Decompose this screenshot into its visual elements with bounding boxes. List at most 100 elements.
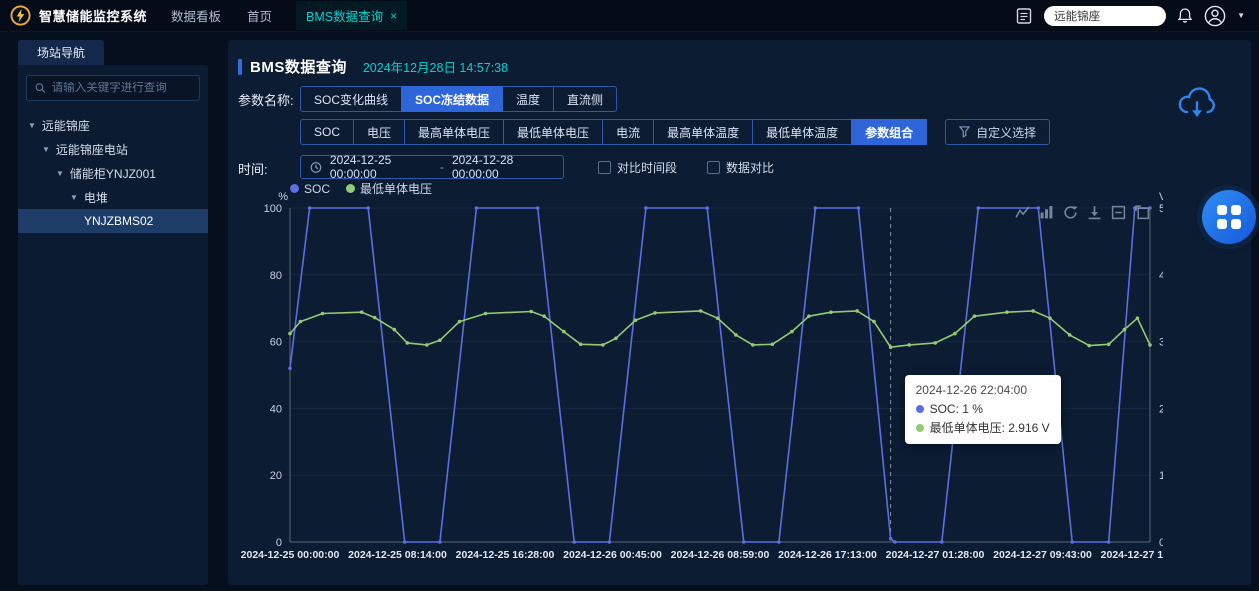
app-launcher-button[interactable] (1202, 190, 1256, 244)
bell-icon[interactable] (1177, 7, 1193, 24)
app-logo-icon (10, 5, 31, 26)
chevron-down-icon[interactable]: ▼ (1237, 11, 1245, 20)
caret-down-icon[interactable]: ▼ (42, 145, 50, 154)
time-end-value: 2024-12-28 00:00:00 (452, 153, 554, 181)
time-separator: - (440, 160, 444, 174)
param-button[interactable]: 最高单体温度 (653, 119, 753, 145)
refresh-icon[interactable] (1063, 205, 1078, 220)
svg-text:2024-12-26 00:45:00: 2024-12-26 00:45:00 (563, 549, 662, 561)
param-name-label: 参数名称: (238, 90, 294, 109)
tree-item[interactable]: YNJZBMS02 (18, 209, 208, 233)
param-button[interactable]: 最高单体电压 (404, 119, 504, 145)
station-tree-sidebar: ▼远能锦座▼远能锦座电站▼储能柜YNJZ001▼电堆YNJZBMS02 (18, 65, 208, 585)
tree-item-label: 储能柜YNJZ001 (70, 165, 156, 182)
tooltip-title: 2024-12-26 22:04:00 (916, 383, 1050, 397)
app-title: 智慧储能监控系统 (39, 6, 147, 25)
svg-text:40: 40 (270, 403, 282, 415)
tooltip-row: SOC: 1 % (916, 402, 1050, 416)
restore-icon[interactable] (1135, 205, 1150, 220)
station-tree: ▼远能锦座▼远能锦座电站▼储能柜YNJZ001▼电堆YNJZBMS02 (18, 113, 208, 233)
tree-search-box[interactable] (26, 75, 200, 101)
svg-text:2024-12-26 17:13:00: 2024-12-26 17:13:00 (778, 549, 877, 561)
nav-menu-item[interactable]: 首页 (247, 6, 272, 25)
param-tab-group: SOC变化曲线SOC冻结数据温度直流侧 (300, 86, 617, 112)
current-timestamp: 2024年12月28日 14:57:38 (363, 57, 508, 76)
tree-item-label: YNJZBMS02 (84, 214, 153, 228)
custom-select-label: 自定义选择 (976, 124, 1036, 141)
compare-checkbox[interactable]: 对比时间段 (598, 159, 677, 176)
title-accent-bar (238, 59, 242, 75)
soc-voltage-chart[interactable]: 020406080100012345%V2024-12-25 00:00:002… (238, 190, 1163, 565)
tooltip-row: 最低单体电压: 2.916 V (916, 419, 1050, 436)
compare-options: 对比时间段 数据对比 (598, 159, 774, 176)
sidebar-tab-station-nav[interactable]: 场站导航 (18, 40, 104, 65)
svg-text:2024-12-26 08:59:00: 2024-12-26 08:59:00 (671, 549, 770, 561)
svg-text:2024-12-27 01:28:00: 2024-12-27 01:28:00 (886, 549, 985, 561)
funnel-icon (959, 126, 970, 138)
svg-text:%: % (278, 191, 288, 203)
chart-tooltip: 2024-12-26 22:04:00 SOC: 1 % 最低单体电压: 2.916… (905, 375, 1061, 444)
caret-down-icon[interactable]: ▼ (70, 193, 78, 202)
tab-bms-data-query[interactable]: BMS数据查询 × (296, 1, 407, 30)
compare-checkbox[interactable]: 数据对比 (707, 159, 774, 176)
tree-item-label: 远能锦座 (42, 117, 90, 134)
param-button[interactable]: 参数组合 (851, 119, 927, 145)
main-panel: BMS数据查询 2024年12月28日 14:57:38 参数名称: SOC变化… (228, 40, 1251, 585)
station-search-input[interactable] (1044, 6, 1166, 26)
nav-menu-item[interactable]: 数据看板 (171, 6, 221, 25)
svg-text:0: 0 (1159, 537, 1163, 549)
line-chart-icon[interactable] (1015, 205, 1030, 220)
svg-text:80: 80 (270, 270, 282, 282)
param-button[interactable]: 最低单体温度 (752, 119, 852, 145)
checkbox-icon[interactable] (598, 161, 611, 174)
tooltip-series-value: SOC: 1 % (930, 402, 983, 416)
svg-text:20: 20 (270, 470, 282, 482)
page-header: BMS数据查询 2024年12月28日 14:57:38 (238, 56, 508, 77)
search-icon (35, 82, 46, 94)
tree-item-label: 电堆 (84, 189, 108, 206)
download-icon[interactable] (1087, 205, 1102, 220)
tree-item[interactable]: ▼远能锦座电站 (18, 137, 208, 161)
clock-icon (310, 161, 322, 174)
param-button[interactable]: 电压 (353, 119, 405, 145)
grid-icon (1217, 205, 1241, 229)
param-tab[interactable]: SOC冻结数据 (401, 86, 503, 112)
caret-down-icon[interactable]: ▼ (56, 169, 64, 178)
report-icon[interactable] (1015, 7, 1033, 25)
param-button[interactable]: 电流 (602, 119, 654, 145)
data-zoom-icon[interactable] (1111, 205, 1126, 220)
tree-item[interactable]: ▼ 电堆 (18, 185, 208, 209)
svg-text:2: 2 (1159, 403, 1163, 415)
top-navbar: 智慧储能监控系统 数据看板 首页 BMS数据查询 × ▼ (0, 0, 1259, 32)
close-icon[interactable]: × (390, 9, 397, 23)
tree-search-input[interactable] (52, 82, 191, 94)
param-tab[interactable]: 直流侧 (553, 86, 617, 112)
svg-text:60: 60 (270, 337, 282, 349)
svg-text:V: V (1159, 191, 1163, 203)
bar-chart-icon[interactable] (1039, 205, 1054, 220)
checkbox-label: 对比时间段 (617, 159, 677, 176)
svg-text:2024-12-25 16:28:00: 2024-12-25 16:28:00 (456, 549, 555, 561)
svg-text:1: 1 (1159, 470, 1163, 482)
cloud-download-icon[interactable] (1175, 86, 1219, 122)
time-start-value: 2024-12-25 00:00:00 (330, 153, 432, 181)
checkbox-icon[interactable] (707, 161, 720, 174)
tree-item[interactable]: ▼ 储能柜YNJZ001 (18, 161, 208, 185)
svg-text:2024-12-25 00:00:00: 2024-12-25 00:00:00 (241, 549, 340, 561)
param-tab[interactable]: 温度 (502, 86, 554, 112)
svg-text:100: 100 (264, 203, 282, 215)
svg-text:0: 0 (276, 537, 282, 549)
time-range-picker[interactable]: 2024-12-25 00:00:00 - 2024-12-28 00:00:0… (300, 155, 564, 179)
caret-down-icon[interactable]: ▼ (28, 121, 36, 130)
param-tab[interactable]: SOC变化曲线 (300, 86, 402, 112)
svg-text:5: 5 (1159, 203, 1163, 215)
tooltip-series-dot-icon (916, 405, 924, 413)
tree-item[interactable]: ▼ 远能锦座 (18, 113, 208, 137)
param-button[interactable]: SOC (300, 119, 354, 145)
svg-text:2024-12-27 09:43:00: 2024-12-27 09:43:00 (993, 549, 1092, 561)
param-button[interactable]: 最低单体电压 (503, 119, 603, 145)
chart-toolbar (1015, 205, 1150, 220)
time-label: 时间: (238, 159, 268, 178)
custom-select-button[interactable]: 自定义选择 (945, 119, 1050, 145)
user-avatar-icon[interactable] (1204, 5, 1226, 27)
